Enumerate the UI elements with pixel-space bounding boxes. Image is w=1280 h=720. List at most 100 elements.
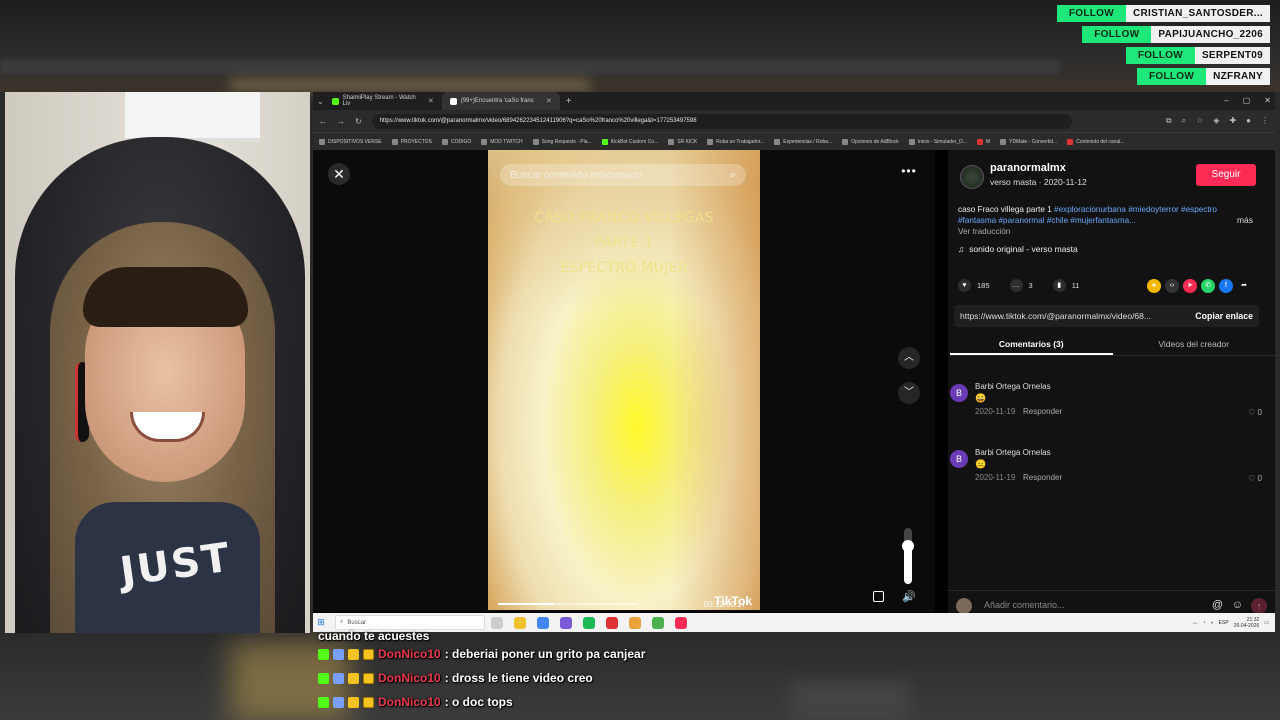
- bookmark[interactable]: Experiencias / Roba...: [774, 138, 832, 145]
- windows-start-icon[interactable]: ⊞: [313, 617, 329, 628]
- mention-icon[interactable]: @: [1212, 599, 1223, 611]
- browser-tab-active[interactable]: (99+)Encuentra 'caSo franc ✕: [441, 92, 560, 110]
- chevron-up-icon[interactable]: ︿: [898, 347, 920, 369]
- spotify-icon[interactable]: [583, 616, 595, 629]
- copy-link-button[interactable]: Copiar enlace: [1195, 311, 1253, 321]
- comment-like[interactable]: ♡ 0: [1248, 474, 1262, 483]
- coin-icon[interactable]: ●: [1147, 279, 1161, 293]
- more-options-icon[interactable]: •••: [896, 163, 922, 185]
- send-comment-icon[interactable]: ↑: [1251, 598, 1267, 614]
- bookmark[interactable]: MOD TWITCH: [481, 138, 523, 145]
- whatsapp-icon[interactable]: ✆: [1201, 279, 1215, 293]
- commenter-avatar[interactable]: B: [950, 450, 968, 468]
- bookmark-label: SR KICK: [677, 138, 698, 145]
- close-video-button[interactable]: ✕: [328, 163, 350, 185]
- close-tab-icon[interactable]: ✕: [428, 97, 434, 105]
- reply-button[interactable]: Responder: [1023, 473, 1062, 482]
- details-tabs: Comentarios (3) Videos del creador: [950, 336, 1275, 356]
- app-icon[interactable]: [560, 616, 572, 629]
- heart-icon[interactable]: ♥: [958, 279, 971, 292]
- chat-message: DonNico10 : o doc tops: [318, 690, 918, 714]
- sound-row[interactable]: ♫ sonido original - verso masta: [958, 244, 1078, 254]
- chevron-down-icon[interactable]: ﹀: [898, 382, 920, 404]
- bookmark[interactable]: SR KICK: [668, 138, 698, 145]
- author-username[interactable]: paranormalmx: [990, 162, 1066, 174]
- reload-icon[interactable]: ↻: [355, 117, 362, 126]
- bookmark[interactable]: YDMate - Convertid...: [1000, 138, 1057, 145]
- notification-icon[interactable]: ▭: [1264, 620, 1269, 626]
- bookmark-icon[interactable]: ▮: [1052, 279, 1066, 292]
- bookmark[interactable]: Contenido del canal...: [1067, 138, 1125, 145]
- browser-tab[interactable]: ShamiiPlay Stream - Watch Liv ✕: [324, 92, 442, 110]
- volume-knob[interactable]: [902, 540, 914, 552]
- chrome-icon[interactable]: [537, 616, 549, 629]
- follow-button[interactable]: Seguir: [1196, 164, 1256, 186]
- task-view-icon[interactable]: [491, 616, 503, 629]
- close-tab-icon[interactable]: ✕: [546, 97, 552, 105]
- bookmark[interactable]: Inicio - Simulador_D...: [908, 138, 967, 145]
- more-link[interactable]: más: [1237, 215, 1253, 225]
- gift-badge-icon: [348, 648, 359, 660]
- menu-icon[interactable]: ⋮: [1261, 116, 1269, 126]
- bookmark[interactable]: CODIGO: [441, 138, 471, 145]
- bookmark[interactable]: PROYECTOS: [391, 138, 432, 145]
- search-icon[interactable]: ⌕: [730, 169, 736, 182]
- bookmark[interactable]: Roba un Trabajador...: [707, 138, 764, 145]
- volume-slider[interactable]: [902, 528, 914, 584]
- commenter-name[interactable]: Barbi Ortega Ornelas: [975, 448, 1051, 457]
- star-icon[interactable]: ☆: [1196, 116, 1203, 126]
- emoji-icon[interactable]: ☺: [1232, 599, 1243, 611]
- taskbar-search-input[interactable]: ⌕ Buscar: [335, 615, 485, 630]
- send-icon[interactable]: ➤: [1183, 279, 1197, 293]
- back-arrow-icon[interactable]: ←: [319, 117, 327, 126]
- author-avatar[interactable]: [960, 165, 984, 189]
- bookmark[interactable]: DISPOSITIVOS VERSE: [319, 138, 382, 145]
- wifi-icon[interactable]: ◔: [1203, 620, 1206, 626]
- share-arrow-icon[interactable]: ➦: [1237, 279, 1251, 293]
- tab-creator-videos[interactable]: Videos del creador: [1113, 336, 1276, 355]
- forward-arrow-icon[interactable]: →: [337, 117, 345, 126]
- file-explorer-icon[interactable]: [514, 616, 526, 629]
- close-window-button[interactable]: ✕: [1264, 92, 1271, 110]
- obs-icon[interactable]: [606, 616, 618, 629]
- follower-name: NZFRANY: [1206, 68, 1270, 85]
- zoom-icon[interactable]: ⌕: [1182, 116, 1186, 126]
- profile-icon[interactable]: ●: [1246, 116, 1251, 126]
- add-comment-input[interactable]: Añadir comentario...: [984, 600, 1065, 610]
- video-player[interactable]: Buscar contenido relacionado ⌕ CASO FRAN…: [488, 150, 760, 610]
- tab-menu-icon[interactable]: ⌄: [317, 97, 324, 106]
- share-link-url[interactable]: https://www.tiktok.com/@paranormalmx/vid…: [960, 311, 1178, 321]
- webcam-feed: JUST: [5, 92, 310, 633]
- comment-icon[interactable]: …: [1009, 279, 1023, 292]
- comment-like[interactable]: ♡ 0: [1248, 408, 1262, 417]
- maximize-button[interactable]: ▢: [1243, 92, 1251, 110]
- language-indicator[interactable]: ESP: [1219, 620, 1229, 626]
- tray-chevron-icon[interactable]: ︿: [1193, 619, 1198, 626]
- bookmark[interactable]: Song Requests - Pla...: [532, 138, 592, 145]
- embed-icon[interactable]: ‹›: [1165, 279, 1179, 293]
- facebook-icon[interactable]: f: [1219, 279, 1233, 293]
- bookmark[interactable]: Opciones de AdBlock: [842, 138, 899, 145]
- translate-icon[interactable]: ⧉: [1166, 116, 1172, 126]
- video-progress-bar[interactable]: [498, 603, 638, 605]
- tiktok-app-icon[interactable]: [675, 616, 687, 629]
- bookmark[interactable]: KickBot Custom Co...: [601, 138, 658, 145]
- url-input[interactable]: https://www.tiktok.com/@paranormalmx/vid…: [371, 113, 1072, 129]
- new-tab-button[interactable]: +: [560, 96, 578, 107]
- puzzle-icon[interactable]: ✚: [1229, 116, 1236, 126]
- tab-comments[interactable]: Comentarios (3): [950, 336, 1113, 355]
- volume-icon[interactable]: ◗: [1211, 620, 1214, 626]
- extension-icon[interactable]: ◈: [1213, 116, 1219, 126]
- commenter-avatar[interactable]: B: [950, 384, 968, 402]
- speaker-icon[interactable]: 🔊: [902, 590, 916, 603]
- commenter-name[interactable]: Barbi Ortega Ornelas: [975, 382, 1051, 391]
- bookmark[interactable]: M: [976, 138, 990, 145]
- see-translation-link[interactable]: Ver traducción: [958, 227, 1010, 236]
- clock[interactable]: 21:32 26-04-2026: [1234, 617, 1260, 629]
- app-icon[interactable]: [629, 616, 641, 629]
- minimize-button[interactable]: –: [1224, 92, 1228, 110]
- related-search-input[interactable]: Buscar contenido relacionado ⌕: [500, 164, 746, 186]
- vegas-icon[interactable]: [652, 616, 664, 629]
- picture-in-picture-icon[interactable]: [873, 591, 884, 602]
- reply-button[interactable]: Responder: [1023, 407, 1062, 416]
